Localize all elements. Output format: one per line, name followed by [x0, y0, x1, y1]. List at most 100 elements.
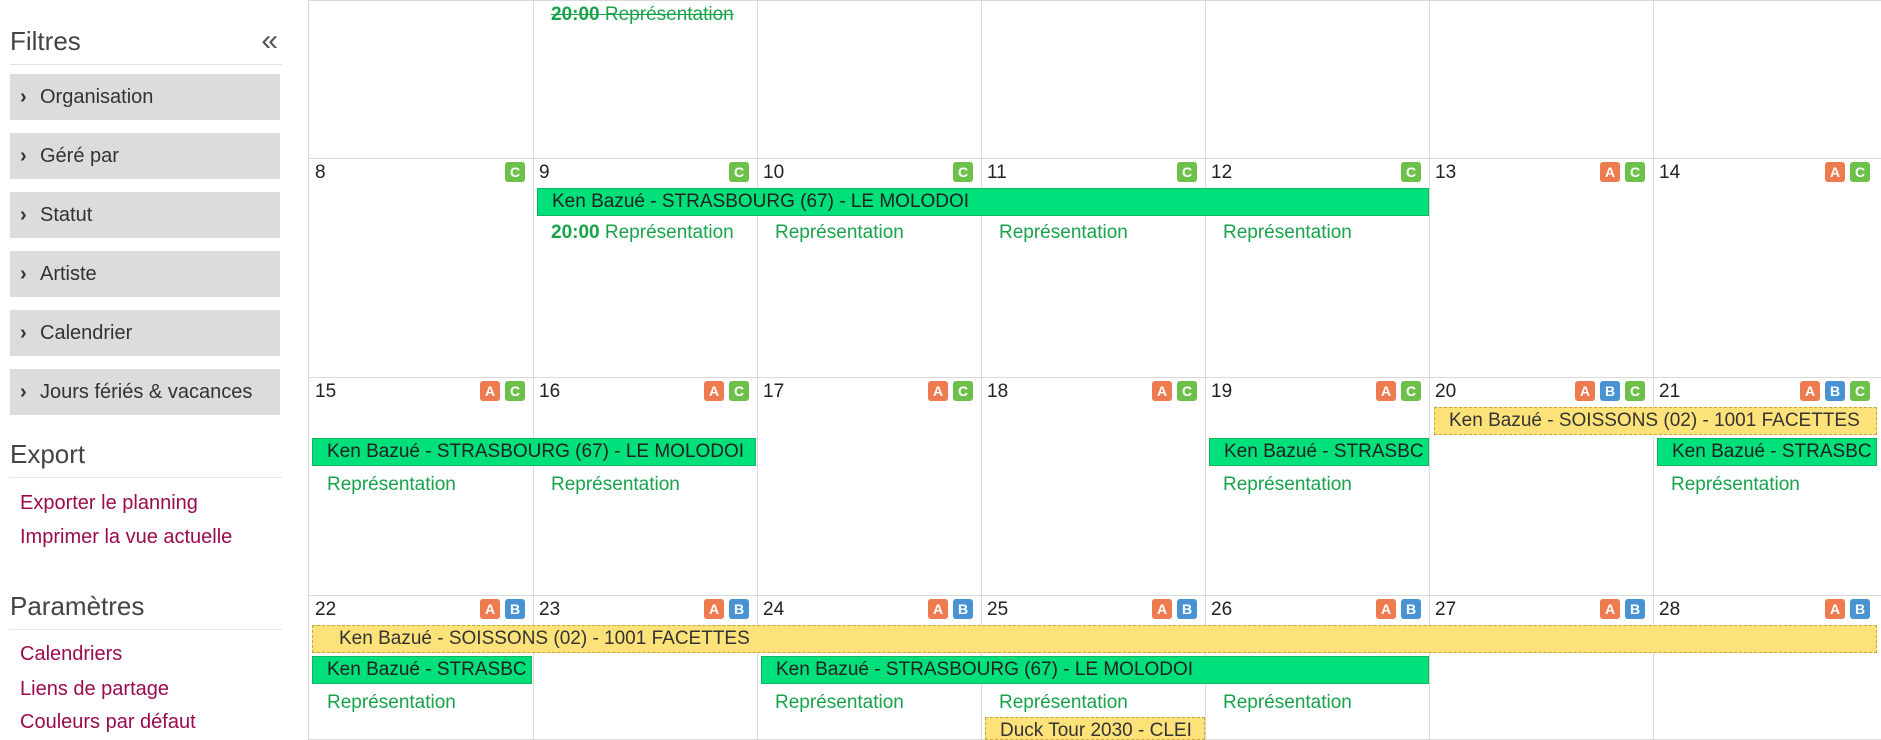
calendar-badge-c: C [729, 381, 749, 401]
event-soissons-facettes[interactable]: Ken Bazué - SOISSONS (02) - 1001 FACETTE… [1434, 407, 1877, 435]
calendar-badge-a: A [928, 381, 948, 401]
day-number[interactable]: 24 [763, 599, 784, 621]
calendar-badge-a: A [1152, 381, 1172, 401]
calendar-badge-a: A [1825, 599, 1845, 619]
filter-artiste[interactable]: › Artiste [10, 251, 280, 297]
calendar-badge-a: A [928, 599, 948, 619]
day-number[interactable]: 8 [315, 162, 326, 184]
day-number[interactable]: 10 [763, 162, 784, 184]
event-representation[interactable]: Représentation [999, 222, 1128, 244]
calendar-badge-c: C [1625, 381, 1645, 401]
day-number[interactable]: 12 [1211, 162, 1232, 184]
calendar-badge-a: A [704, 381, 724, 401]
event-representation-cancelled[interactable]: 20:00 Représentation [551, 4, 734, 26]
calendar-badge-a: A [1600, 599, 1620, 619]
chevron-right-icon: › [20, 263, 27, 285]
event-representation[interactable]: Représentation [327, 474, 456, 496]
calendar-badge-a: A [1376, 599, 1396, 619]
grid-line [309, 158, 1881, 159]
day-number[interactable]: 28 [1659, 599, 1680, 621]
chevron-right-icon: › [20, 86, 27, 108]
grid-line [309, 377, 1881, 378]
day-number[interactable]: 23 [539, 599, 560, 621]
calendar-badge-c: C [1625, 162, 1645, 182]
couleurs-defaut-link[interactable]: Couleurs par défaut [20, 711, 196, 734]
day-number[interactable]: 16 [539, 381, 560, 403]
calendar-badge-b: B [505, 599, 525, 619]
day-number[interactable]: 22 [315, 599, 336, 621]
filter-jours-feries[interactable]: › Jours fériés & vacances [10, 369, 280, 415]
chevron-right-icon: › [20, 381, 27, 403]
calendar-badge-b: B [729, 599, 749, 619]
export-title: Export [10, 439, 86, 469]
day-number[interactable]: 26 [1211, 599, 1232, 621]
day-number[interactable]: 13 [1435, 162, 1456, 184]
event-representation[interactable]: Représentation [1671, 474, 1800, 496]
event-strasbourg-short[interactable]: Ken Bazué - STRASBC [1209, 438, 1429, 466]
calendar-grid: 20:00 Représentation 8 C 9 C 10 C 11 C 1… [308, 0, 1881, 740]
calendar-badge-b: B [1625, 599, 1645, 619]
print-view-link[interactable]: Imprimer la vue actuelle [20, 526, 232, 549]
day-number[interactable]: 20 [1435, 381, 1456, 403]
day-number[interactable]: 19 [1211, 381, 1232, 403]
export-header: Export [10, 431, 282, 478]
filter-label: Organisation [40, 86, 154, 108]
day-number[interactable]: 15 [315, 381, 336, 403]
chevron-right-icon: › [20, 204, 27, 226]
event-strasbourg-molodoi[interactable]: Ken Bazué - STRASBOURG (67) - LE MOLODOI [537, 188, 1429, 216]
event-strasbourg-short[interactable]: Ken Bazué - STRASBC [312, 656, 532, 684]
day-number[interactable]: 27 [1435, 599, 1456, 621]
event-strasbourg-short[interactable]: Ken Bazué - STRASBC [1657, 438, 1877, 466]
filter-gere-par[interactable]: › Géré par [10, 133, 280, 179]
calendar-badge-c: C [1177, 162, 1197, 182]
calendar-badge-b: B [1401, 599, 1421, 619]
calendar-badge-c: C [505, 381, 525, 401]
event-representation[interactable]: Représentation [1223, 222, 1352, 244]
day-number[interactable]: 11 [987, 162, 1007, 184]
sidebar: Filtres « › Organisation › Géré par › St… [0, 0, 308, 740]
filter-calendrier[interactable]: › Calendrier [10, 310, 280, 356]
calendar-badge-c: C [1850, 162, 1870, 182]
filter-label: Calendrier [40, 322, 133, 344]
event-representation[interactable]: Représentation [1223, 474, 1352, 496]
params-header: Paramètres [10, 583, 282, 630]
calendar-badge-c: C [1401, 381, 1421, 401]
day-number[interactable]: 21 [1659, 381, 1680, 403]
event-representation[interactable]: 20:00 Représentation [551, 222, 734, 244]
event-representation[interactable]: Représentation [999, 692, 1128, 714]
filter-label: Jours fériés & vacances [40, 381, 253, 403]
calendar-badge-b: B [1600, 381, 1620, 401]
event-label: Représentation [604, 222, 734, 243]
calendar-badge-c: C [1401, 162, 1421, 182]
filter-organisation[interactable]: › Organisation [10, 74, 280, 120]
calendar-badge-a: A [1800, 381, 1820, 401]
day-number[interactable]: 14 [1659, 162, 1680, 184]
calendriers-link[interactable]: Calendriers [20, 643, 122, 666]
event-duck-tour[interactable]: Duck Tour 2030 - CLEI [985, 717, 1205, 740]
calendar-badge-b: B [953, 599, 973, 619]
event-soissons-facettes[interactable]: Ken Bazué - SOISSONS (02) - 1001 FACETTE… [312, 625, 1877, 653]
chevron-right-icon: › [20, 322, 27, 344]
event-strasbourg-molodoi[interactable]: Ken Bazué - STRASBOURG (67) - LE MOLODOI [761, 656, 1429, 684]
event-strasbourg-molodoi[interactable]: Ken Bazué - STRASBOURG (67) - LE MOLODOI [312, 438, 756, 466]
calendar-badge-c: C [729, 162, 749, 182]
filter-label: Statut [40, 204, 93, 226]
filter-statut[interactable]: › Statut [10, 192, 280, 238]
event-representation[interactable]: Représentation [775, 222, 904, 244]
calendar-badge-a: A [480, 381, 500, 401]
liens-partage-link[interactable]: Liens de partage [20, 678, 169, 701]
export-planning-link[interactable]: Exporter le planning [20, 492, 198, 515]
day-number[interactable]: 17 [763, 381, 784, 403]
day-number[interactable]: 9 [539, 162, 550, 184]
collapse-sidebar-icon[interactable]: « [261, 18, 278, 64]
day-number[interactable]: 18 [987, 381, 1008, 403]
calendar-badge-a: A [480, 599, 500, 619]
event-representation[interactable]: Représentation [1223, 692, 1352, 714]
event-representation[interactable]: Représentation [551, 474, 680, 496]
event-representation[interactable]: Représentation [775, 692, 904, 714]
calendar-badge-a: A [1152, 599, 1172, 619]
calendar-badge-b: B [1177, 599, 1197, 619]
event-representation[interactable]: Représentation [327, 692, 456, 714]
day-number[interactable]: 25 [987, 599, 1008, 621]
calendar-badge-b: B [1850, 599, 1870, 619]
